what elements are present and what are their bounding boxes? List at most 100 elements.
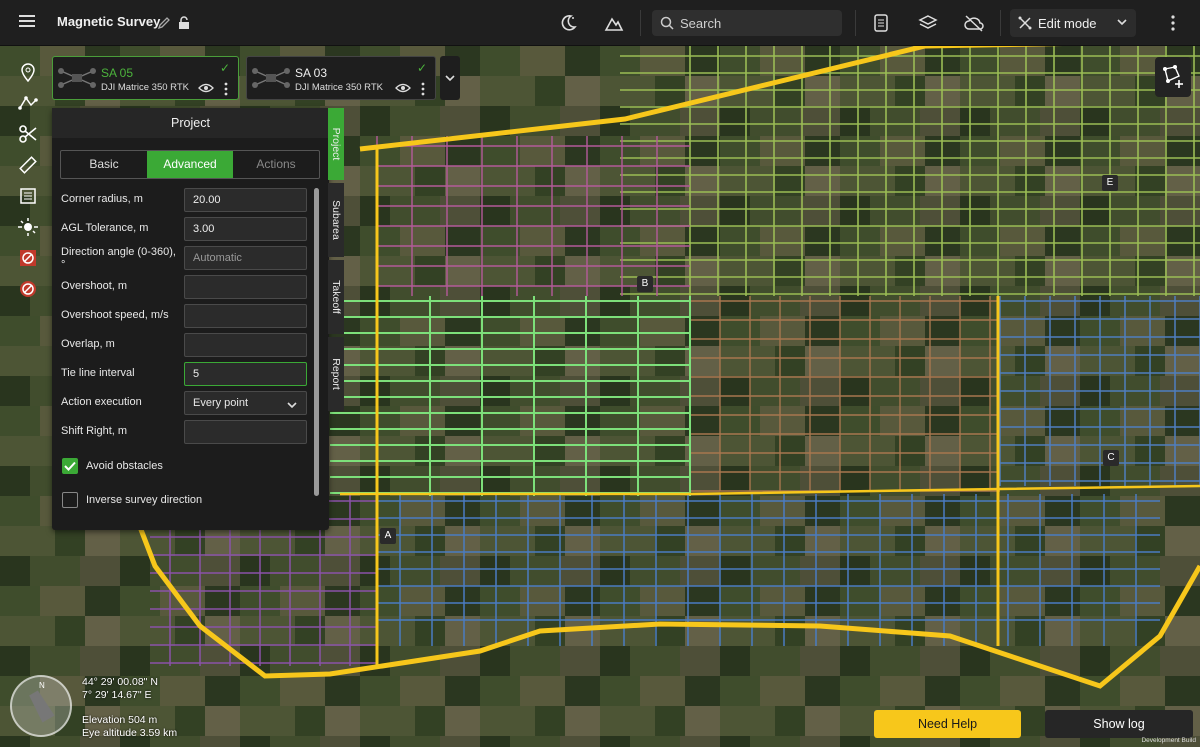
area-chart-icon[interactable] <box>8 180 48 211</box>
shift-right-label: Shift Right, m <box>61 425 128 437</box>
longitude-readout: 7° 29' 14.67" E <box>82 689 152 701</box>
avoid-obstacles-label: Avoid obstacles <box>86 460 163 472</box>
agl-tolerance-row: AGL Tolerance, m <box>61 217 307 242</box>
overshoot-input[interactable] <box>184 275 307 299</box>
tie-line-interval-input[interactable] <box>184 362 307 386</box>
direction-angle-input[interactable] <box>184 246 307 270</box>
drone-icon <box>58 68 96 88</box>
shift-right-input[interactable] <box>184 420 307 444</box>
divider <box>1000 10 1001 36</box>
action-execution-label: Action execution <box>61 396 142 408</box>
side-tab-label: Report <box>330 358 342 390</box>
elevation-readout: Elevation 504 m <box>82 714 158 726</box>
drone-card-sa05[interactable]: SA 05 DJI Matrice 350 RTK ✓ <box>52 56 239 100</box>
build-label: Development Build <box>1141 737 1196 744</box>
sun-burst-icon[interactable] <box>8 211 48 242</box>
more-icon[interactable] <box>1160 10 1186 36</box>
chevron-down-icon <box>287 402 297 409</box>
project-panel: Project Basic Advanced Actions Corner ra… <box>52 108 329 530</box>
checkbox-empty-icon <box>62 492 78 508</box>
cloud-off-icon[interactable] <box>961 10 987 36</box>
pencil-icon[interactable] <box>154 13 174 33</box>
more-icon[interactable] <box>421 82 425 96</box>
drone-model: DJI Matrice 350 RTK <box>101 82 189 93</box>
drone-model: DJI Matrice 350 RTK <box>295 82 383 93</box>
side-tab-report[interactable]: Report <box>328 337 344 411</box>
side-tab-label: Subarea <box>330 200 342 240</box>
marker-e[interactable]: E <box>1102 175 1118 191</box>
direction-angle-label: Direction angle (0-360), ° <box>61 246 176 271</box>
eye-icon[interactable] <box>395 82 411 94</box>
show-log-button[interactable]: Show log <box>1045 710 1193 738</box>
side-tab-takeoff[interactable]: Takeoff <box>328 260 344 334</box>
ruler-icon[interactable] <box>8 149 48 180</box>
overlap-label: Overlap, m <box>61 338 115 350</box>
corner-radius-row: Corner radius, m <box>61 188 307 213</box>
inverse-direction-label: Inverse survey direction <box>86 494 203 506</box>
checkmark-icon: ✓ <box>219 61 230 75</box>
layers-icon[interactable] <box>915 10 941 36</box>
more-icon[interactable] <box>224 82 228 96</box>
compass-north-label: N <box>39 681 45 690</box>
shift-right-row: Shift Right, m <box>61 420 307 445</box>
corner-radius-input[interactable] <box>184 188 307 212</box>
night-mode-icon[interactable] <box>555 10 581 36</box>
agl-tolerance-input[interactable] <box>184 217 307 241</box>
need-help-button[interactable]: Need Help <box>874 710 1021 738</box>
overshoot-speed-label: Overshoot speed, m/s <box>61 309 169 321</box>
overshoot-speed-input[interactable] <box>184 304 307 328</box>
hamburger-menu-icon[interactable] <box>16 12 38 34</box>
drone-name: SA 05 <box>101 66 134 80</box>
tie-line-interval-label: Tie line interval <box>61 367 135 379</box>
add-area-button[interactable] <box>1155 57 1191 97</box>
action-execution-select[interactable]: Every point <box>184 391 307 415</box>
action-execution-row: Action execution Every point <box>61 391 307 416</box>
corner-radius-label: Corner radius, m <box>61 193 143 205</box>
direction-angle-row: Direction angle (0-360), ° <box>61 246 307 271</box>
tab-basic[interactable]: Basic <box>61 151 147 178</box>
overshoot-row: Overshoot, m <box>61 275 307 300</box>
project-title[interactable]: Magnetic Survey <box>57 14 160 29</box>
edit-mode-icon <box>1018 16 1032 30</box>
search-icon <box>660 16 674 30</box>
compass-needle-icon <box>29 690 55 723</box>
overshoot-label: Overshoot, m <box>61 280 128 292</box>
overlap-input[interactable] <box>184 333 307 357</box>
side-tab-project[interactable]: Project <box>328 108 344 180</box>
drone-icon <box>252 68 290 88</box>
checklist-icon[interactable] <box>868 10 894 36</box>
terrain-icon[interactable] <box>601 10 627 36</box>
latitude-readout: 44° 29' 00.08" N <box>82 676 158 688</box>
marker-b[interactable]: B <box>637 276 653 292</box>
unlock-icon[interactable] <box>174 13 194 33</box>
marker-c[interactable]: C <box>1103 450 1119 466</box>
tab-advanced[interactable]: Advanced <box>147 151 233 178</box>
search-input[interactable] <box>680 15 830 31</box>
tie-line-interval-row: Tie line interval <box>61 362 307 387</box>
location-pin-icon[interactable] <box>8 56 48 87</box>
search-box[interactable] <box>652 10 842 36</box>
eye-icon[interactable] <box>198 82 214 94</box>
side-tab-label: Takeoff <box>330 280 342 314</box>
no-fly-zone-icon[interactable] <box>8 242 48 273</box>
inverse-direction-checkbox[interactable]: Inverse survey direction <box>62 491 202 509</box>
avoid-obstacles-checkbox[interactable]: Avoid obstacles <box>62 457 163 475</box>
panel-scrollbar[interactable] <box>314 188 319 496</box>
drone-card-sa03[interactable]: SA 03 DJI Matrice 350 RTK ✓ <box>246 56 436 100</box>
checkmark-icon: ✓ <box>416 61 427 75</box>
edit-mode-dropdown[interactable]: Edit mode <box>1010 9 1136 37</box>
drone-name: SA 03 <box>295 66 328 80</box>
overlap-row: Overlap, m <box>61 333 307 358</box>
obstacle-icon[interactable] <box>8 273 48 304</box>
scissors-icon[interactable] <box>8 118 48 149</box>
add-polygon-icon <box>1163 65 1183 88</box>
side-tab-label: Project <box>330 127 342 161</box>
drone-list-expand-button[interactable] <box>440 56 460 100</box>
side-tab-subarea[interactable]: Subarea <box>328 183 344 257</box>
checkbox-checked-icon <box>62 458 78 474</box>
marker-a[interactable]: A <box>380 528 396 544</box>
polyline-icon[interactable] <box>8 87 48 118</box>
tab-actions[interactable]: Actions <box>233 151 319 178</box>
compass[interactable]: N <box>10 675 72 737</box>
edit-mode-label: Edit mode <box>1038 15 1097 31</box>
